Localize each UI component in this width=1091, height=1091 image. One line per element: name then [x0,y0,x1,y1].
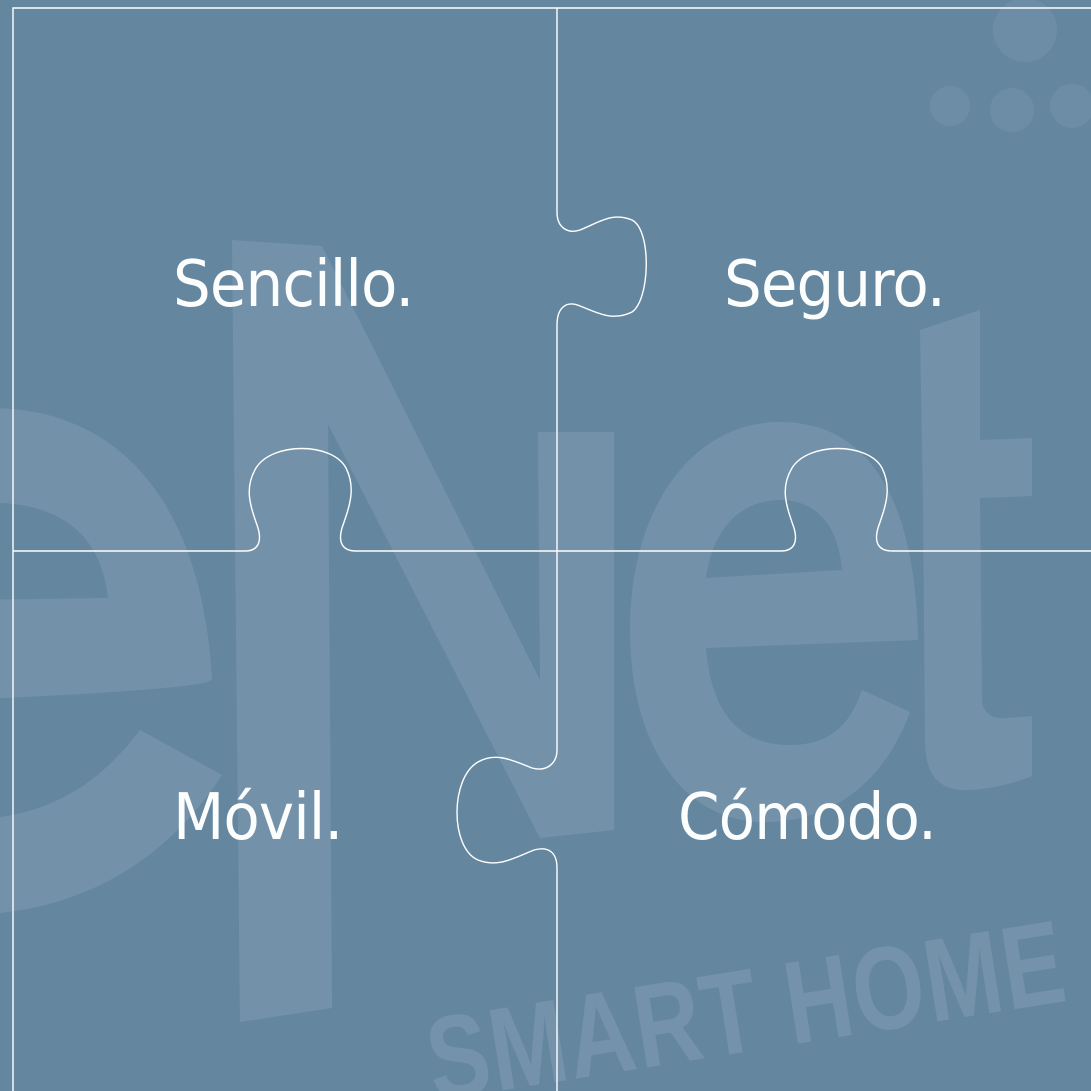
tile-label-movil: Móvil. [173,781,343,855]
puzzle-seam-vertical-top [556,8,647,551]
puzzle-border [12,7,1091,1091]
puzzle-seam-horizontal-right [557,447,1091,552]
puzzle-graphic: SMART HOME Sencillo. Seguro. Móvil. Cómo… [0,0,1091,1091]
tile-label-seguro: Seguro. [724,248,946,322]
puzzle-seam-vertical-bottom [456,551,558,1091]
tile-label-comodo: Cómodo. [678,781,937,855]
puzzle-outline [12,7,1091,1091]
puzzle-seam-horizontal-left [13,447,557,552]
tile-label-sencillo: Sencillo. [173,248,414,322]
